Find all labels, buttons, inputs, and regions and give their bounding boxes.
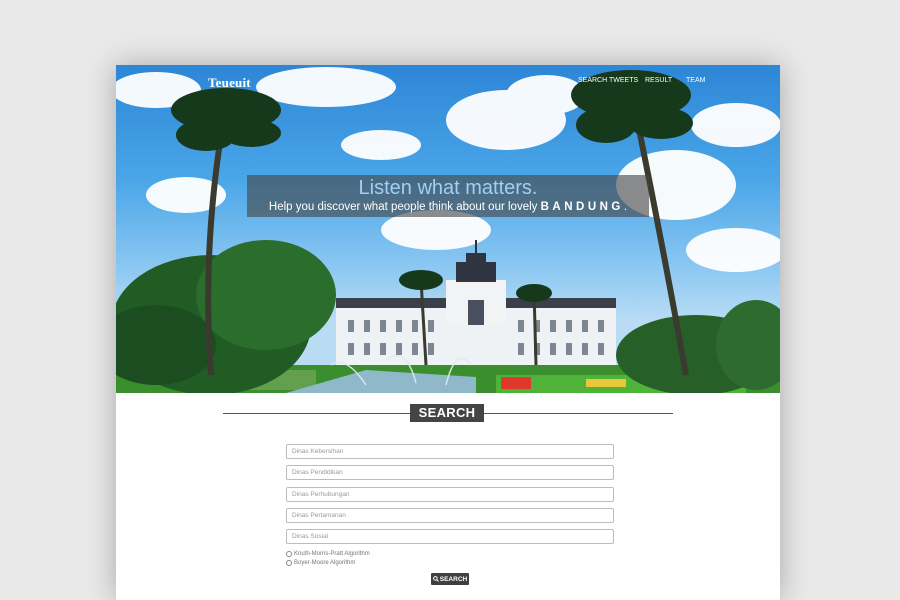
web-page: Teueuit SEARCH TWEETS RESULT TEAM Listen… — [116, 65, 780, 600]
keyword-field-perhubungan[interactable] — [286, 487, 614, 502]
brand-logo[interactable]: Teueuit — [208, 75, 251, 91]
hero-subline: Help you discover what people think abou… — [247, 201, 649, 213]
hero-subline-text: Help you discover what people think abou… — [268, 201, 541, 213]
hero-subline-city: BANDUNG — [540, 201, 624, 213]
search-section-title: SEARCH — [410, 404, 484, 422]
search-section-header: SEARCH — [223, 404, 673, 422]
hero-headline: Listen what matters. — [358, 177, 538, 199]
hero-subline-period: . — [623, 201, 628, 213]
navbar: Teueuit SEARCH TWEETS RESULT TEAM — [116, 65, 780, 97]
divider-left — [223, 413, 410, 414]
search-icon — [432, 576, 439, 582]
keyword-field-kebersihan[interactable] — [286, 444, 614, 459]
radio-kmp[interactable] — [286, 551, 292, 557]
search-button[interactable]: SEARCH — [431, 573, 469, 585]
algorithm-label-bm: Boyer-Moore Algorithm — [294, 560, 356, 566]
hero-banner: Teueuit SEARCH TWEETS RESULT TEAM Listen… — [116, 65, 780, 393]
hero-tagline-box: Listen what matters. Help you discover w… — [247, 175, 649, 217]
algorithm-option-kmp[interactable]: Knuth-Morris-Pratt Algorithm — [286, 551, 370, 557]
divider-right — [484, 413, 673, 414]
hero-photo-bandung — [116, 67, 780, 393]
search-button-label: SEARCH — [439, 575, 468, 583]
keyword-field-pertamanan[interactable] — [286, 508, 614, 523]
nav-link-team[interactable]: TEAM — [686, 77, 705, 84]
nav-link-result[interactable]: RESULT — [645, 77, 672, 84]
nav-link-search-tweets[interactable]: SEARCH TWEETS — [578, 77, 638, 84]
algorithm-option-bm[interactable]: Boyer-Moore Algorithm — [286, 560, 355, 566]
algorithm-label-kmp: Knuth-Morris-Pratt Algorithm — [294, 551, 370, 557]
radio-bm[interactable] — [286, 560, 292, 566]
keyword-field-pendidikan[interactable] — [286, 465, 614, 480]
keyword-field-sosial[interactable] — [286, 529, 614, 544]
